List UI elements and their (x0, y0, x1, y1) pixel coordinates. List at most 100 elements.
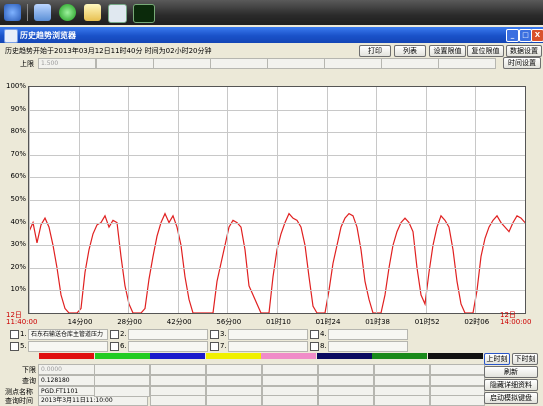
upper-field-7 (381, 58, 439, 69)
lower-limit-label: 下限 (22, 366, 36, 374)
detail-field (94, 375, 150, 386)
x-tick-label: 12日 14:00:00 (500, 311, 532, 326)
x-tick-label: 01时38 (365, 318, 391, 326)
virtual-keyboard-button[interactable]: 启动模拟键盘 (484, 392, 538, 404)
notes-icon[interactable] (84, 4, 101, 21)
detail-field (318, 395, 374, 406)
upper-field-8 (438, 58, 496, 69)
y-tick-label: 100% (6, 82, 27, 90)
y-tick-label: 90% (10, 104, 26, 113)
x-tick-label: 01时10 (266, 318, 291, 326)
series-name-field[interactable] (228, 329, 308, 340)
series-name-field[interactable] (128, 329, 208, 340)
series-name-field[interactable] (128, 341, 208, 352)
series-name-field[interactable] (28, 341, 108, 352)
next-time-button[interactable]: 下时刻 (512, 353, 538, 365)
series-color-bar-1 (39, 353, 94, 359)
detail-field (262, 395, 318, 406)
detail-field (150, 395, 206, 406)
series-checkbox-1[interactable] (10, 330, 19, 339)
series-checkbox-2[interactable] (110, 330, 119, 339)
y-tick-label: 10% (10, 285, 26, 294)
series-name-field[interactable]: 石东石输送仓库主管道压力 (28, 329, 108, 340)
h-gridline (29, 268, 525, 269)
network-icon[interactable] (4, 4, 21, 21)
prev-time-button[interactable]: 上时刻 (484, 353, 510, 365)
upper-limit-field[interactable]: 1.500 (38, 58, 96, 69)
upper-field-5 (267, 58, 325, 69)
series-color-bar-4 (205, 353, 261, 359)
time-settings-button[interactable]: 时间设置 (503, 57, 541, 69)
detail-field (374, 395, 430, 406)
chart-icon[interactable] (108, 4, 127, 23)
series-color-bar-7 (372, 353, 427, 359)
detail-field (94, 386, 150, 397)
window-titlebar: 历史趋势浏览器 _ □ X (0, 27, 543, 43)
query-label: 查询 (22, 377, 36, 385)
y-tick-label: 80% (10, 127, 26, 136)
series-number: 2. (120, 330, 127, 338)
refresh-button[interactable]: 刷新 (484, 366, 538, 378)
series-color-bar-5 (261, 353, 316, 359)
series-checkbox-3[interactable] (210, 330, 219, 339)
upper-field-3 (153, 58, 211, 69)
detail-field (262, 364, 318, 375)
query-field: 0.128180 (38, 375, 96, 386)
series-checkbox-5[interactable] (10, 342, 19, 351)
h-gridline (29, 223, 525, 224)
x-tick-label: 14分00 (67, 318, 93, 326)
y-tick-label: 20% (10, 262, 26, 271)
close-button[interactable]: X (531, 29, 543, 42)
x-tick-label: 02时06 (464, 318, 490, 326)
series-checkbox-8[interactable] (310, 342, 319, 351)
series-number: 3. (220, 330, 227, 338)
detail-field (374, 375, 430, 386)
monitor-icon[interactable] (34, 4, 51, 21)
detail-field (430, 375, 485, 386)
y-tick-label: 50% (10, 195, 26, 203)
trend-plot[interactable] (28, 86, 526, 314)
list-button[interactable]: 列表 (394, 45, 426, 57)
app-icon (4, 29, 18, 43)
lower-limit-field[interactable]: 0.0000 (38, 364, 96, 375)
h-gridline (29, 110, 525, 111)
detail-field (318, 375, 374, 386)
h-gridline (29, 290, 525, 291)
series-checkbox-6[interactable] (110, 342, 119, 351)
h-gridline (29, 245, 525, 246)
x-tick-label: 42分00 (166, 318, 192, 326)
data-settings-button[interactable]: 数据设置 (506, 45, 542, 57)
window-title: 历史趋势浏览器 (20, 31, 76, 40)
detail-field (430, 395, 485, 406)
detail-field (262, 375, 318, 386)
print-button[interactable]: 打印 (359, 45, 391, 57)
minimize-button[interactable]: _ (506, 29, 519, 42)
series-number: 4. (320, 330, 327, 338)
detail-field (318, 364, 374, 375)
series-number: 1. (20, 330, 27, 338)
x-tick-label: 28分00 (117, 318, 143, 326)
set-limit-button[interactable]: 设置限值 (429, 45, 466, 57)
upper-limit-label: 上限 (20, 60, 34, 68)
detail-field (430, 364, 485, 375)
series-color-bar-8 (427, 353, 483, 359)
y-tick-label: 30% (10, 240, 26, 249)
series-number: 5. (20, 342, 27, 350)
series-color-bar-6 (316, 353, 372, 359)
series-checkbox-4[interactable] (310, 330, 319, 339)
x-tick-label: 01时24 (315, 318, 341, 326)
detail-field (150, 364, 206, 375)
globe-icon[interactable] (59, 4, 76, 21)
series-name-field[interactable] (328, 329, 408, 340)
h-gridline (29, 155, 525, 156)
detail-field (374, 364, 430, 375)
series-name-field[interactable] (228, 341, 308, 352)
detail-field (206, 364, 262, 375)
series-color-bar-2 (94, 353, 150, 359)
y-tick-label: 70% (10, 149, 26, 158)
hide-details-button[interactable]: 隐藏详细资料 (484, 379, 538, 391)
series-checkbox-7[interactable] (210, 342, 219, 351)
reset-limit-button[interactable]: 复位限值 (467, 45, 504, 57)
series-name-field[interactable] (328, 341, 408, 352)
signal-icon[interactable] (133, 4, 155, 23)
